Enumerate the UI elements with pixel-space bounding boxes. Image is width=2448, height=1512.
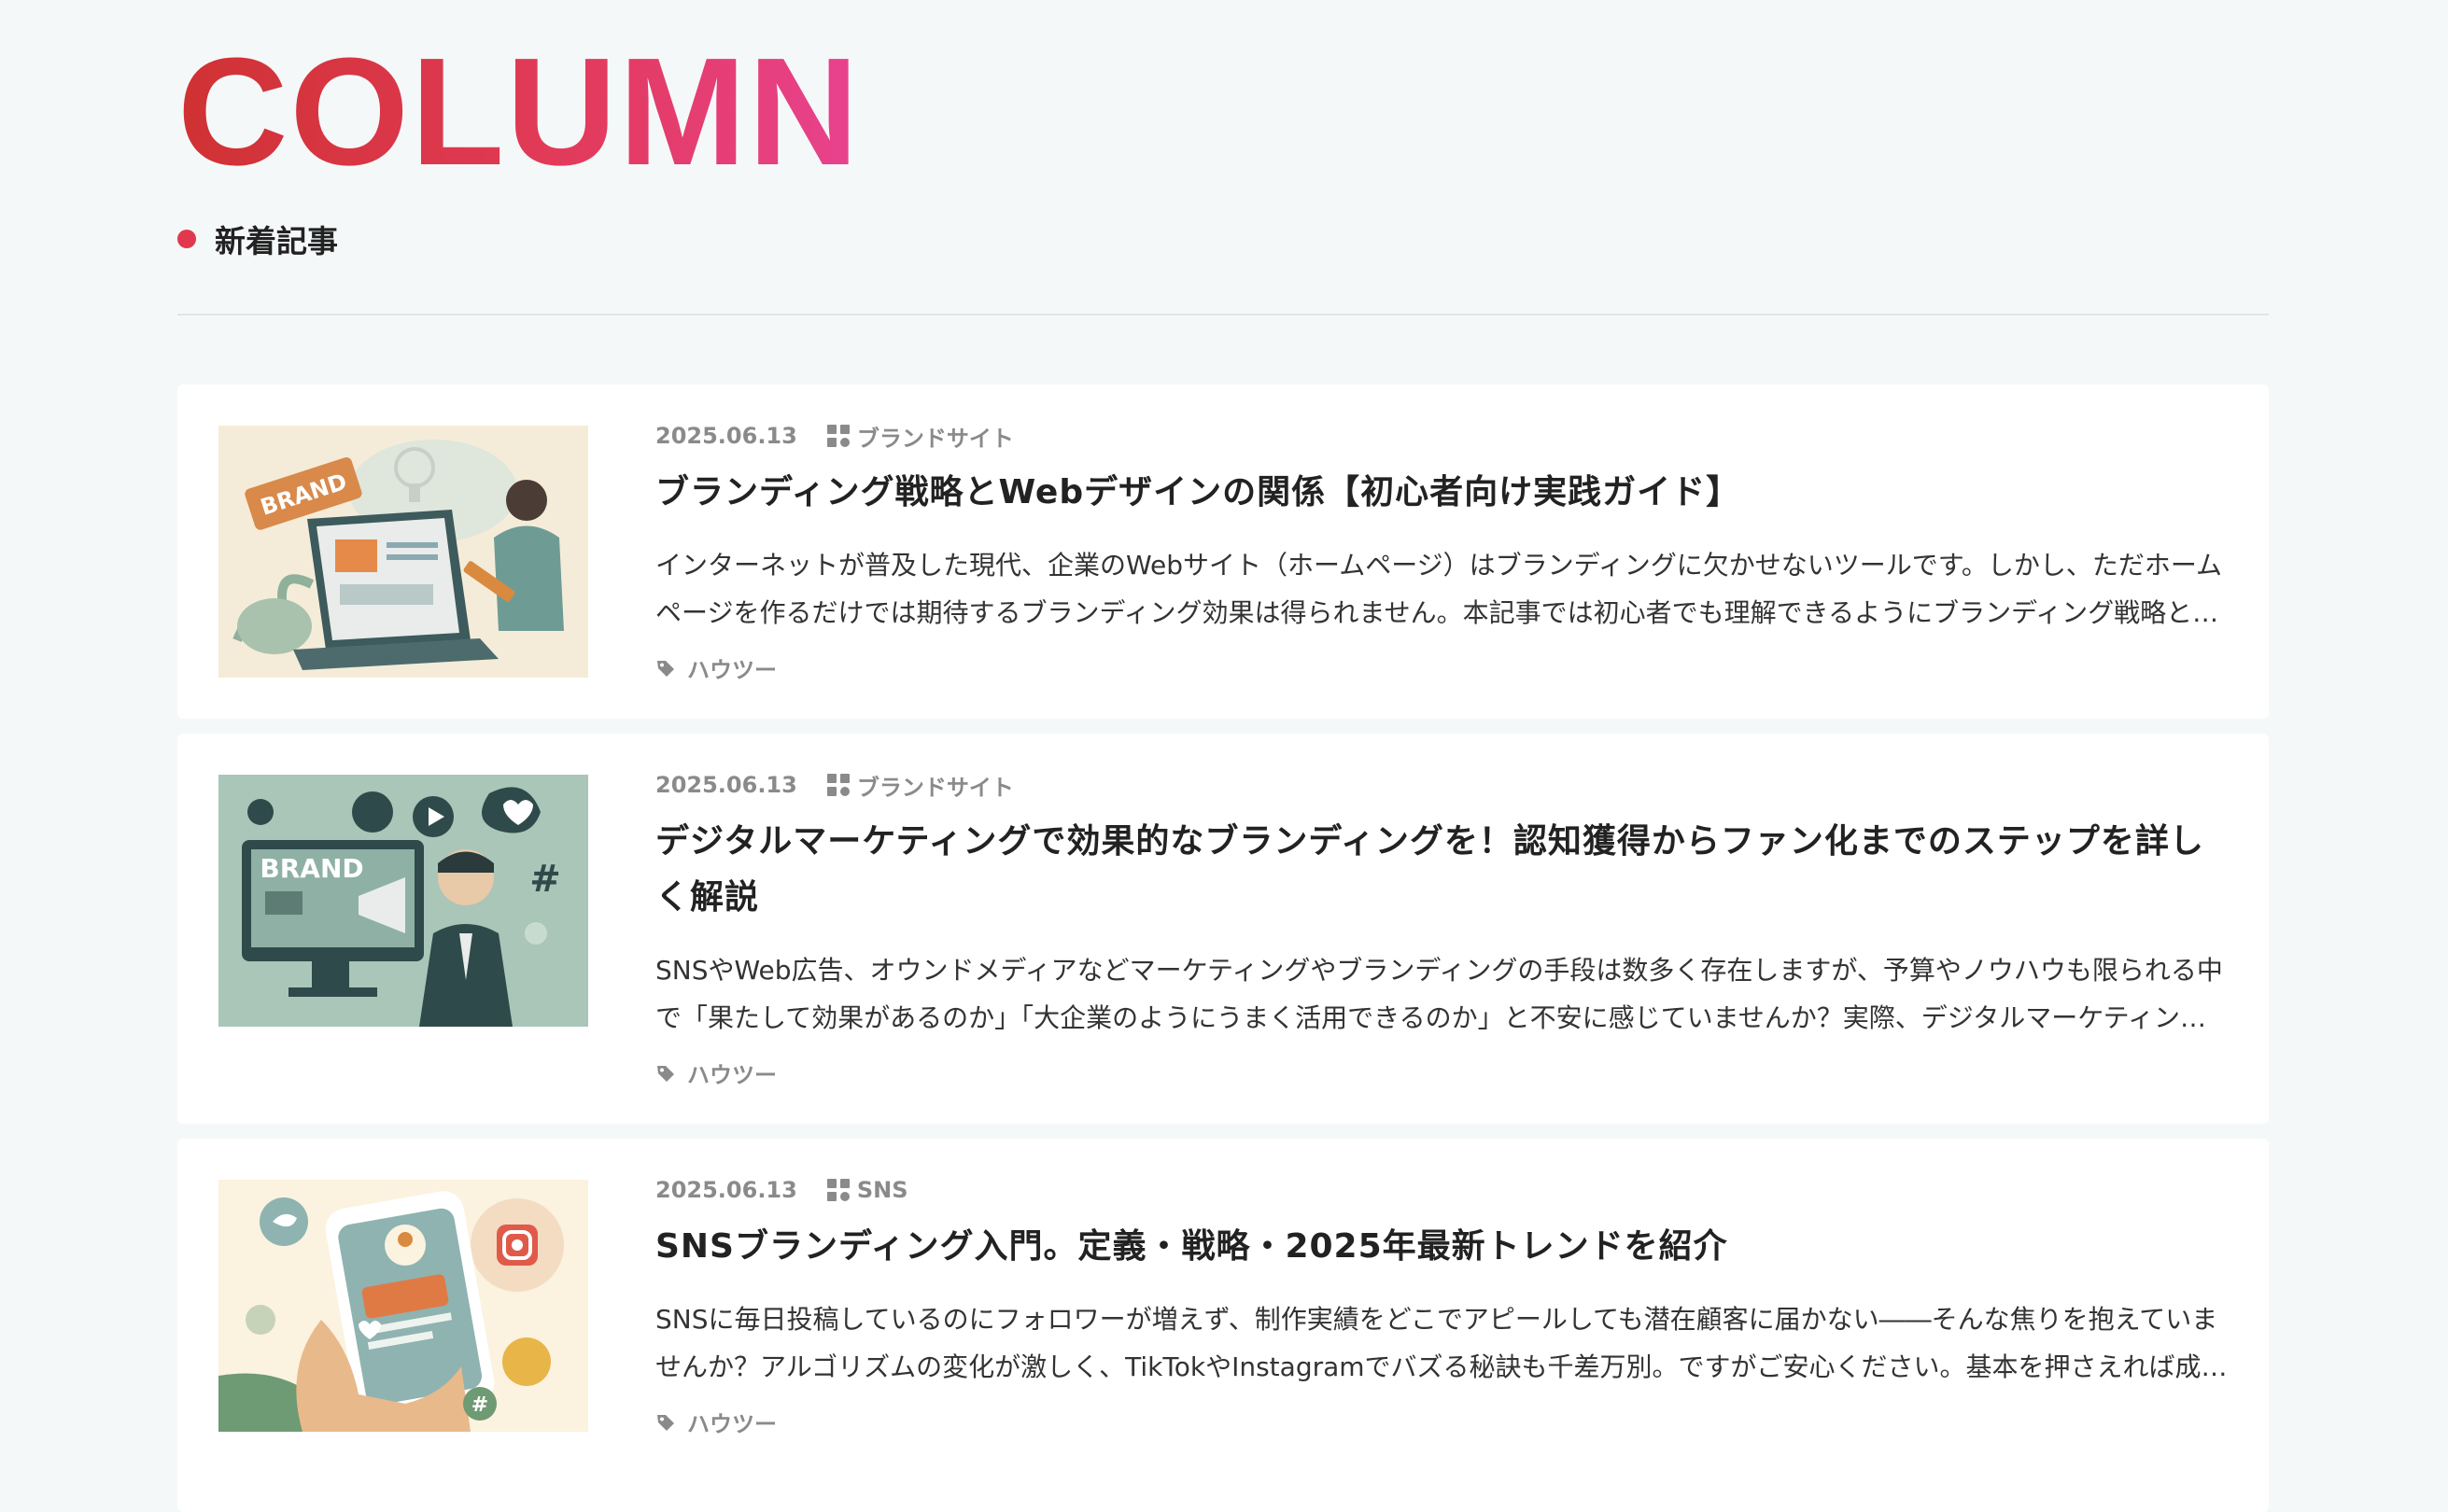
article-meta: 2025.06.13 ブランドサイト [655,420,2228,452]
article-category[interactable]: ブランドサイト [826,769,1014,802]
category-label: ブランドサイト [856,425,1014,452]
category-icon [826,425,850,447]
section-subtitle: 新着記事 [177,217,338,261]
tag-label: ハウツー [687,1411,777,1437]
article-excerpt: インターネットが普及した現代、企業のWebサイト（ホームページ）はブランディング… [655,550,2223,628]
article-body: 2025.06.13 ブランドサイト デジタルマーケティングで効果的なブランディ… [655,769,2228,1089]
tag-icon [657,1414,674,1431]
page-title: COLUMN [177,26,861,197]
article-tag[interactable]: ハウツー [655,1057,2228,1089]
article-date: 2025.06.13 [655,772,797,798]
article-thumbnail[interactable]: BRAND # [218,775,588,1027]
article-excerpt: SNSに毎日投稿しているのにフォロワーが増えず、制作実績をどこでアピールしても潜… [655,1304,2228,1382]
branding-laptop-illustration: BRAND [218,426,588,678]
article-title[interactable]: SNSブランディング入門。定義・戦略・2025年最新トレンドを紹介 [655,1219,2228,1275]
sns-smartphone-illustration: # [218,1180,588,1432]
tag-label: ハウツー [687,1062,777,1088]
article-meta: 2025.06.13 SNS [655,1174,2228,1206]
article-card[interactable]: BRAND 2025.06.13 ブランドサイト ブランディング戦略とWebデザ… [177,385,2269,719]
accent-dot [177,230,196,248]
category-icon [826,774,850,796]
tag-icon [657,1065,674,1082]
article-category[interactable]: SNS [826,1177,908,1203]
article-card[interactable]: # 2025.06.13 SNS SNSブランディング入門。定義・戦略・2025… [177,1139,2269,1512]
article-tag[interactable]: ハウツー [655,651,2228,684]
article-meta: 2025.06.13 ブランドサイト [655,769,2228,801]
category-label: ブランドサイト [856,774,1014,801]
tag-icon [657,660,674,677]
article-body: 2025.06.13 ブランドサイト ブランディング戦略とWebデザインの関係【… [655,420,2228,684]
category-icon [826,1179,850,1201]
article-tag[interactable]: ハウツー [655,1406,2228,1438]
article-body: 2025.06.13 SNS SNSブランディング入門。定義・戦略・2025年最… [655,1174,2228,1438]
article-date: 2025.06.13 [655,1177,797,1203]
article-date: 2025.06.13 [655,423,797,449]
divider [177,314,2269,315]
article-thumbnail[interactable]: BRAND [218,426,588,678]
article-title[interactable]: ブランディング戦略とWebデザインの関係【初心者向け実践ガイド】 [655,465,2228,521]
svg-text:#: # [529,858,561,901]
article-thumbnail[interactable]: # [218,1180,588,1432]
tag-label: ハウツー [687,657,777,683]
category-label: SNS [856,1177,908,1203]
thumb-text: # [471,1393,488,1417]
digital-marketing-illustration: BRAND # [218,775,588,1027]
article-category[interactable]: ブランドサイト [826,420,1014,453]
article-excerpt: SNSやWeb広告、オウンドメディアなどマーケティングやブランディングの手段は数… [655,955,2223,1033]
thumb-text: BRAND [260,853,363,884]
article-card[interactable]: BRAND # 2025.06.13 ブランドサイト デジタルマーケティングで効… [177,734,2269,1124]
section-subtitle-label: 新着記事 [215,223,338,259]
article-title[interactable]: デジタルマーケティングで効果的なブランディングを！認知獲得からファン化までのステ… [655,814,2228,926]
